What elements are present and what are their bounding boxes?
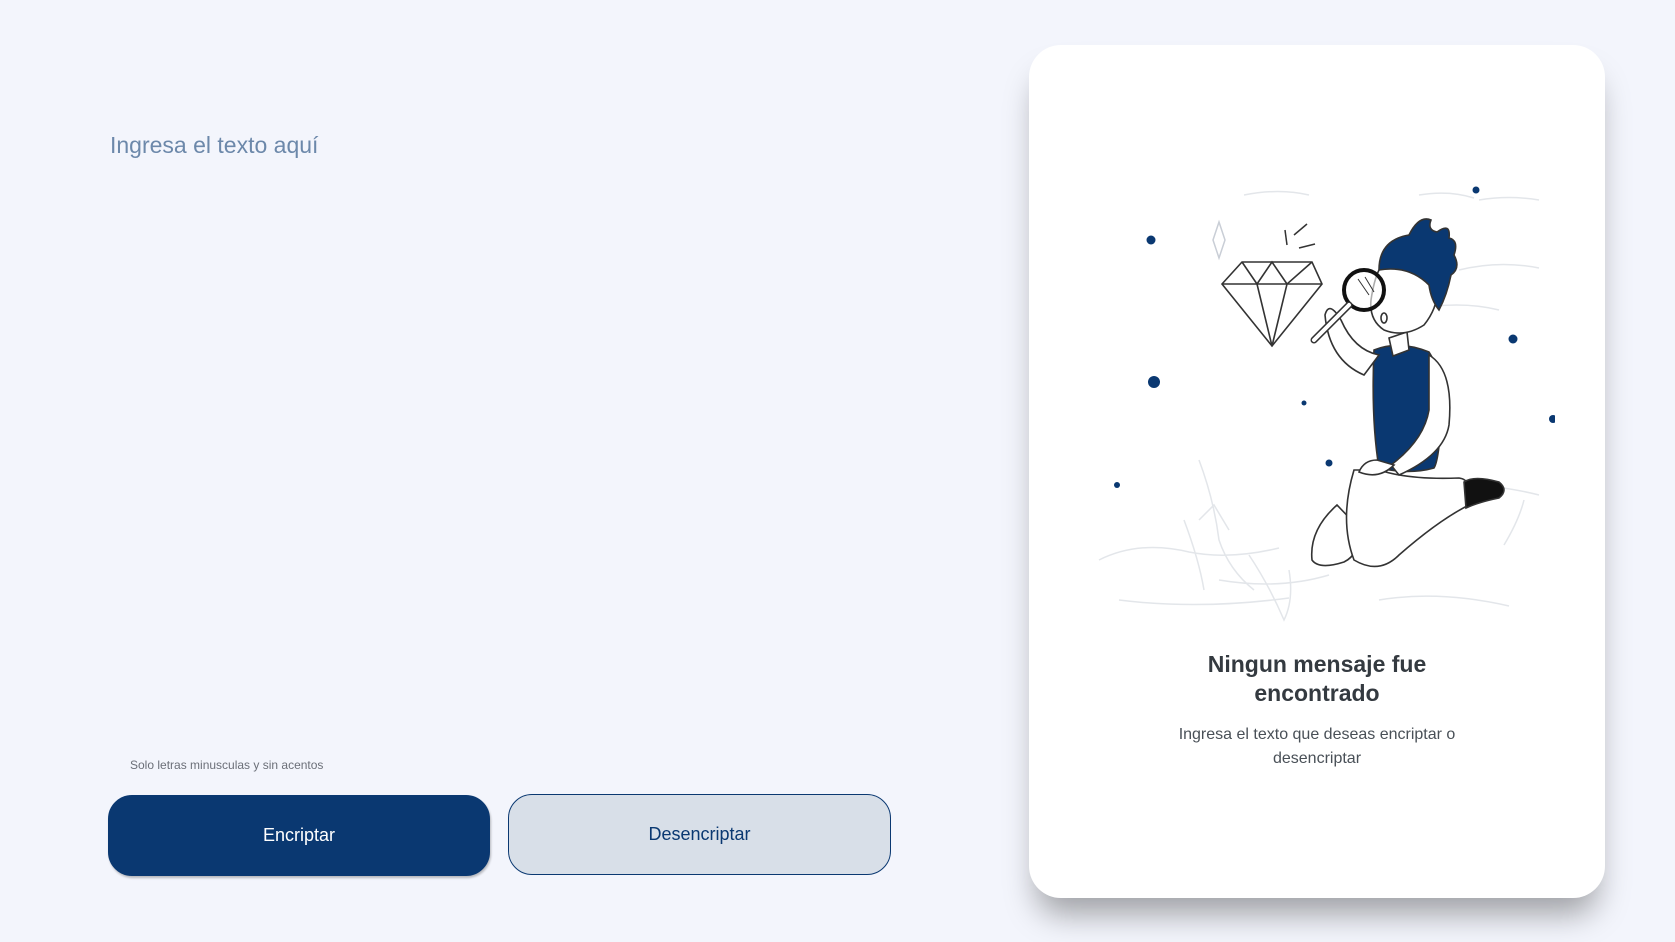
decrypt-button[interactable]: Desencriptar	[508, 794, 891, 875]
hint: Solo letras minusculas y sin acentos	[108, 757, 323, 773]
result-title: Ningun mensaje fue encontrado	[1029, 650, 1605, 708]
encrypt-button[interactable]: Encriptar	[108, 795, 490, 876]
result-title-line2: encontrado	[1254, 680, 1380, 706]
info-icon	[108, 757, 124, 773]
result-title-line1: Ningun mensaje fue	[1207, 651, 1427, 677]
page: Solo letras minusculas y sin acentos Enc…	[0, 0, 1675, 942]
result-panel: Ningun mensaje fue encontrado Ingresa el…	[1029, 45, 1605, 898]
result-subtitle: Ingresa el texto que deseas encriptar o …	[1178, 726, 1456, 767]
hint-text: Solo letras minusculas y sin acentos	[130, 758, 324, 772]
person-with-magnifying-glass-illustration	[1098, 186, 1555, 622]
message-input[interactable]	[108, 130, 932, 734]
